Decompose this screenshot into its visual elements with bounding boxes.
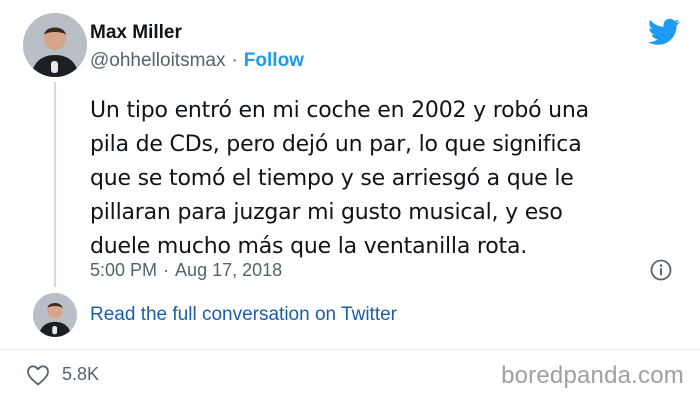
info-icon[interactable] xyxy=(650,259,672,281)
heart-icon[interactable] xyxy=(26,364,50,386)
tweet-time: 5:00 PM xyxy=(90,260,158,280)
watermark: boredpanda.com xyxy=(501,362,684,389)
conversation-avatar[interactable] xyxy=(33,293,77,337)
tweet-text-line: pillaran para juzgar mi gusto musical, y… xyxy=(90,200,563,225)
tweet-text-line: que se tomó el tiempo y se arriesgó a qu… xyxy=(90,166,574,191)
tweet-date: Aug 17, 2018 xyxy=(175,260,283,280)
separator-dot: · xyxy=(231,50,238,71)
thread-connector-line xyxy=(54,82,56,287)
tweet-text-line: duele mucho más que la ventanilla rota. xyxy=(90,234,528,259)
avatar-image xyxy=(33,293,77,337)
handle-row: @ohhelloitsmax · Follow xyxy=(90,50,304,72)
follow-button[interactable]: Follow xyxy=(244,50,304,71)
author-avatar[interactable] xyxy=(23,13,87,77)
avatar-image xyxy=(23,13,87,77)
divider xyxy=(0,349,700,350)
like-count[interactable]: 5.8K xyxy=(62,364,99,385)
read-conversation-link[interactable]: Read the full conversation on Twitter xyxy=(90,304,397,326)
tweet-text: Un tipo entró en mi coche en 2002 y robó… xyxy=(90,94,670,264)
tweet-timestamp[interactable]: 5:00 PM · Aug 17, 2018 xyxy=(90,260,282,281)
twitter-bird-icon[interactable] xyxy=(648,18,680,46)
author-handle[interactable]: @ohhelloitsmax xyxy=(90,50,225,71)
tweet-text-line: Un tipo entró en mi coche en 2002 y robó… xyxy=(90,98,589,123)
author-name[interactable]: Max Miller xyxy=(90,22,182,44)
separator-dot: · xyxy=(163,260,170,280)
tweet-text-line: pila de CDs, pero dejó un par, lo que si… xyxy=(90,132,582,157)
